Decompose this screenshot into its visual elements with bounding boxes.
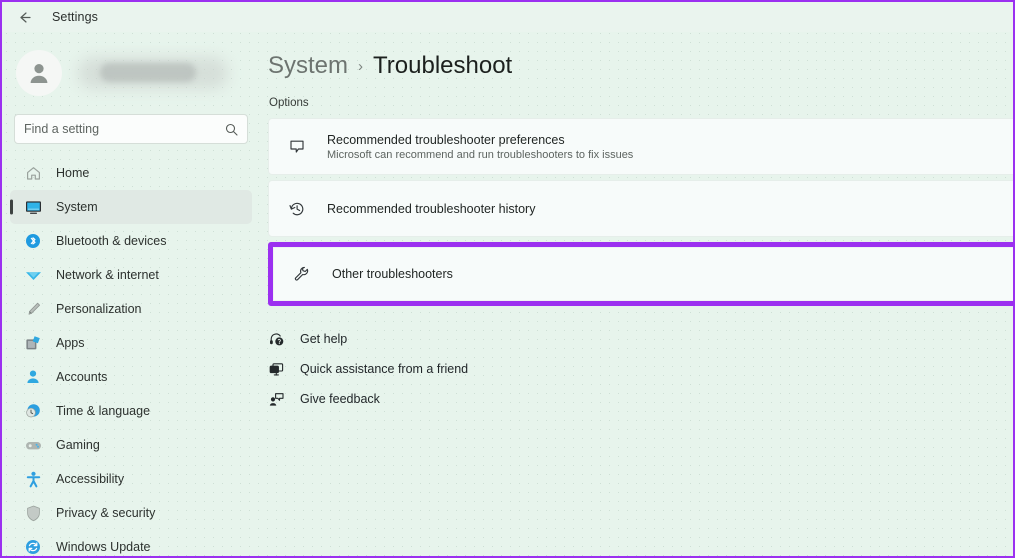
sidebar-item-apps[interactable]: Apps [10,326,252,360]
sidebar-item-label: Windows Update [56,540,151,554]
user-avatar-icon [16,50,62,96]
accessibility-icon [24,470,42,488]
headset-question-icon [268,331,284,347]
card-title: Recommended troubleshooter preferences [327,133,633,147]
sidebar-item-windows-update[interactable]: Windows Update [10,530,252,558]
help-link-label: Get help [300,332,347,346]
breadcrumb: System › Troubleshoot [260,52,1013,80]
history-clock-icon [287,199,307,219]
page-title: Troubleshoot [373,52,512,80]
sidebar: Home System [2,32,260,558]
link-get-help[interactable]: Get help [268,330,1013,348]
brush-icon [24,300,42,318]
sidebar-item-label: Bluetooth & devices [56,234,167,248]
sidebar-item-label: Accessibility [56,472,124,486]
search-icon [225,123,238,136]
sidebar-item-personalization[interactable]: Personalization [10,292,252,326]
main-content: System › Troubleshoot Options [260,32,1013,558]
sidebar-item-home[interactable]: Home [10,156,252,190]
chat-bubble-icon [287,137,307,157]
accounts-icon [24,368,42,386]
link-quick-assistance[interactable]: Quick assistance from a friend [268,360,1013,378]
sidebar-item-label: Personalization [56,302,141,316]
sidebar-item-label: Network & internet [56,268,159,282]
sidebar-item-label: Apps [56,336,85,350]
card-subtitle: Microsoft can recommend and run troubles… [327,149,633,161]
sidebar-item-gaming[interactable]: Gaming [10,428,252,462]
apps-icon [24,334,42,352]
help-links: Get help Quick assistance from a friend [260,330,1013,408]
breadcrumb-parent[interactable]: System [268,52,348,80]
sidebar-item-accounts[interactable]: Accounts [10,360,252,394]
system-icon [24,198,42,216]
sidebar-item-bluetooth-devices[interactable]: Bluetooth & devices [10,224,252,258]
person-feedback-icon [268,391,284,407]
bluetooth-icon [24,232,42,250]
sidebar-nav: Home System [2,154,260,558]
help-link-label: Quick assistance from a friend [300,362,468,376]
account-name-redacted [76,56,228,90]
account-profile[interactable] [2,36,260,110]
sidebar-item-system[interactable]: System [10,190,252,224]
update-icon [24,538,42,556]
sidebar-item-accessibility[interactable]: Accessibility [10,462,252,496]
sidebar-item-label: Accounts [56,370,107,384]
clock-globe-icon [24,402,42,420]
card-recommended-troubleshooter-preferences[interactable]: Recommended troubleshooter preferences M… [268,118,1013,175]
annotation-highlight-other-troubleshooters: Other troubleshooters [268,242,1013,306]
sidebar-item-privacy-security[interactable]: Privacy & security [10,496,252,530]
sidebar-item-label: Time & language [56,404,150,418]
search-container [2,110,260,154]
wrench-icon [292,264,312,284]
chevron-right-icon: › [358,58,363,75]
settings-window: Settings [0,0,1015,558]
card-recommended-troubleshooter-history[interactable]: Recommended troubleshooter history [268,180,1013,237]
sidebar-item-label: Gaming [56,438,100,452]
title-bar: Settings [2,2,1013,32]
search-box[interactable] [14,114,248,144]
gamepad-icon [24,436,42,454]
card-other-troubleshooters[interactable]: Other troubleshooters [273,247,1013,301]
card-title: Recommended troubleshooter history [327,202,535,216]
sidebar-item-network-internet[interactable]: Network & internet [10,258,252,292]
shield-icon [24,504,42,522]
network-icon [24,266,42,284]
section-label-options: Options [260,97,1013,109]
search-input[interactable] [24,122,225,136]
sidebar-item-time-language[interactable]: Time & language [10,394,252,428]
sidebar-item-label: Home [56,166,89,180]
monitor-share-icon [268,361,284,377]
card-title: Other troubleshooters [332,267,453,281]
sidebar-item-label: System [56,200,98,214]
sidebar-item-label: Privacy & security [56,506,155,520]
back-arrow-icon[interactable] [14,7,34,27]
home-icon [24,164,42,182]
settings-card-list: Recommended troubleshooter preferences M… [260,118,1013,306]
help-link-label: Give feedback [300,392,380,406]
link-give-feedback[interactable]: Give feedback [268,390,1013,408]
window-title: Settings [52,10,98,24]
